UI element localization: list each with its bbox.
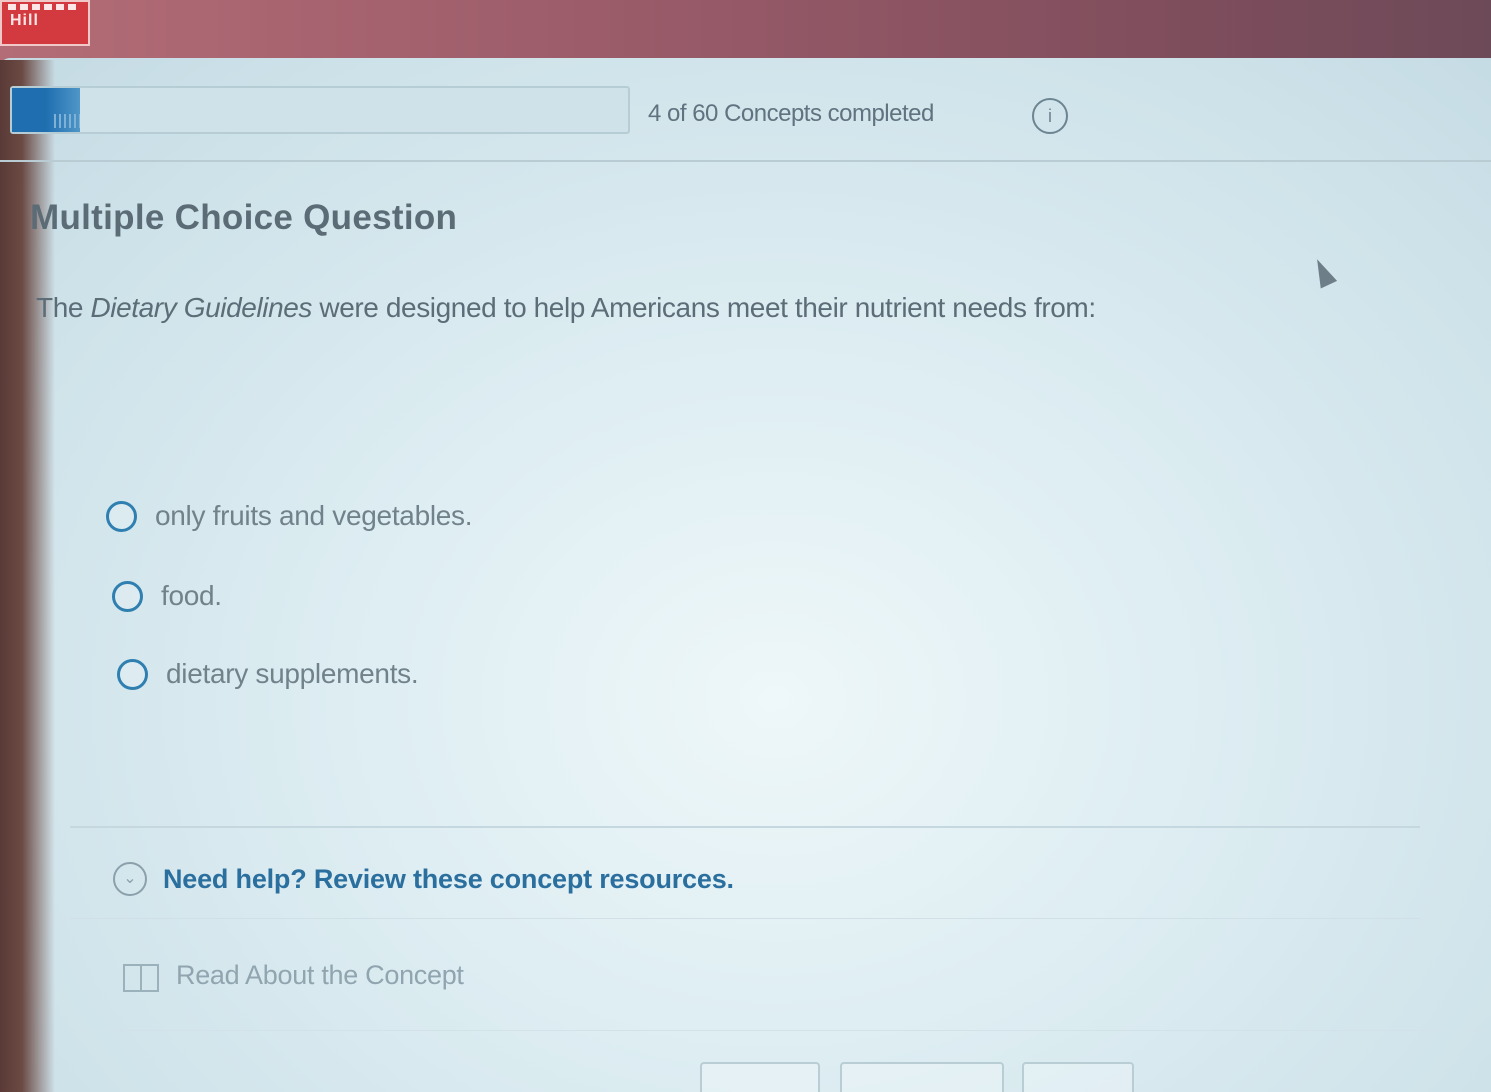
chevron-down-icon[interactable]: ⌄ bbox=[113, 862, 147, 896]
help-toggle[interactable]: ⌄ Need help? Review these concept resour… bbox=[113, 862, 734, 896]
resource-divider bbox=[70, 918, 1420, 919]
footer-divider bbox=[70, 1030, 1490, 1031]
question-prompt-end: were designed to help Americans meet the… bbox=[312, 292, 1096, 323]
footer-button-3[interactable] bbox=[1022, 1062, 1134, 1092]
question-prompt: The Dietary Guidelines were designed to … bbox=[36, 292, 1096, 324]
question-prompt-italic: Dietary Guidelines bbox=[90, 292, 313, 323]
answer-option-3[interactable]: dietary supplements. bbox=[117, 658, 419, 690]
header-divider bbox=[0, 160, 1491, 162]
question-type-title: Multiple Choice Question bbox=[30, 198, 458, 237]
answer-option-label: dietary supplements. bbox=[166, 658, 419, 689]
logo-text: Hill bbox=[10, 12, 39, 29]
question-prompt-start: The bbox=[36, 292, 91, 323]
answer-option-2[interactable]: food. bbox=[112, 580, 222, 612]
logo-stripe bbox=[8, 4, 78, 10]
help-resources-link[interactable]: Need help? Review these concept resource… bbox=[163, 864, 734, 895]
footer-button-2[interactable] bbox=[840, 1062, 1004, 1092]
answer-option-label: food. bbox=[161, 580, 222, 611]
answer-option-label: only fruits and vegetables. bbox=[155, 500, 473, 531]
concept-progress-bar bbox=[10, 86, 630, 134]
radio-button[interactable] bbox=[117, 658, 148, 690]
read-concept-resource[interactable]: Read About the Concept bbox=[122, 960, 464, 992]
footer-button-1[interactable] bbox=[700, 1062, 820, 1092]
info-icon[interactable]: i bbox=[1032, 98, 1068, 134]
radio-button[interactable] bbox=[112, 580, 143, 612]
progress-text: 4 of 60 Concepts completed bbox=[648, 100, 934, 127]
answer-option-1[interactable]: only fruits and vegetables. bbox=[106, 500, 473, 532]
brand-logo: Hill bbox=[0, 0, 90, 46]
help-divider bbox=[70, 826, 1420, 828]
progress-ticks bbox=[54, 114, 80, 128]
radio-button[interactable] bbox=[106, 500, 137, 532]
read-concept-link[interactable]: Read About the Concept bbox=[176, 960, 464, 991]
book-icon bbox=[122, 961, 159, 992]
